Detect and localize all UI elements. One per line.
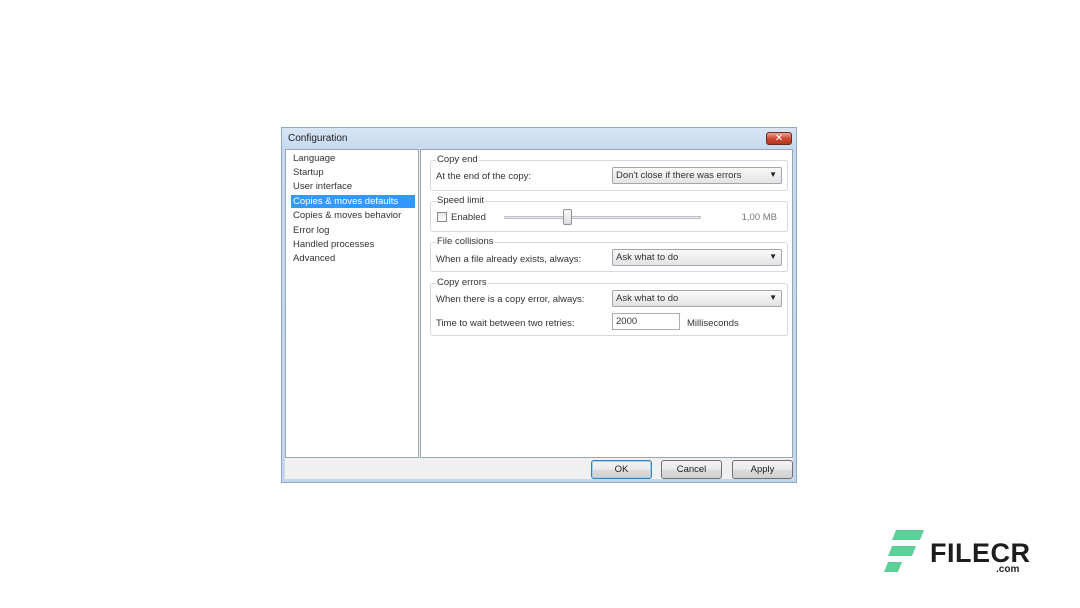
- chevron-down-icon: ▼: [769, 170, 777, 179]
- copy-end-label: At the end of the copy:: [436, 171, 532, 182]
- sidebar-item-language[interactable]: Language: [291, 152, 337, 165]
- filecr-watermark: FILECR .com: [884, 530, 1034, 576]
- filecr-domain: .com: [996, 564, 1020, 575]
- chevron-down-icon: ▼: [769, 252, 777, 261]
- sidebar-item-advanced[interactable]: Advanced: [291, 252, 337, 265]
- copy-errors-label: When there is a copy error, always:: [436, 294, 585, 305]
- title-bar[interactable]: Configuration ✕: [282, 128, 796, 149]
- sidebar-item-user-interface[interactable]: User interface: [291, 180, 354, 193]
- retry-wait-unit: Milliseconds: [687, 318, 739, 329]
- copy-errors-group: Copy errors When there is a copy error, …: [430, 277, 788, 336]
- file-collisions-title: File collisions: [436, 236, 495, 247]
- speed-limit-enabled-label: Enabled: [451, 212, 486, 223]
- retry-wait-label: Time to wait between two retries:: [436, 318, 575, 329]
- file-collisions-label: When a file already exists, always:: [436, 254, 582, 265]
- copy-end-value: Don't close if there was errors: [616, 170, 742, 181]
- chevron-down-icon: ▼: [769, 293, 777, 302]
- speed-limit-group: Speed limit Enabled 1,00 MB: [430, 195, 788, 232]
- file-collisions-select[interactable]: Ask what to do ▼: [612, 249, 782, 266]
- sidebar-item-copies-moves-behavior[interactable]: Copies & moves behavior: [291, 209, 403, 222]
- cancel-button[interactable]: Cancel: [661, 460, 722, 479]
- retry-wait-value: 2000: [616, 316, 638, 327]
- settings-panel: Copy end At the end of the copy: Don't c…: [420, 149, 793, 458]
- file-collisions-group: File collisions When a file already exis…: [430, 236, 788, 272]
- speed-limit-title: Speed limit: [436, 195, 485, 206]
- apply-button[interactable]: Apply: [732, 460, 793, 479]
- sidebar-item-handled-processes[interactable]: Handled processes: [291, 238, 376, 251]
- copy-errors-title: Copy errors: [436, 277, 488, 288]
- ok-button[interactable]: OK: [591, 460, 652, 479]
- copy-end-title: Copy end: [436, 154, 479, 165]
- window-title: Configuration: [288, 133, 348, 144]
- copy-end-group: Copy end At the end of the copy: Don't c…: [430, 154, 788, 191]
- configuration-window: Configuration ✕ Language Startup User in…: [281, 127, 797, 483]
- filecr-logo-icon: [884, 530, 924, 572]
- copy-errors-select[interactable]: Ask what to do ▼: [612, 290, 782, 307]
- sidebar-item-startup[interactable]: Startup: [291, 166, 326, 179]
- speed-limit-value: 1,00 MB: [741, 212, 777, 223]
- sidebar-item-copies-moves-defaults[interactable]: Copies & moves defaults: [291, 195, 415, 208]
- copy-end-select[interactable]: Don't close if there was errors ▼: [612, 167, 782, 184]
- speed-limit-checkbox[interactable]: [437, 212, 447, 222]
- speed-slider-thumb[interactable]: [562, 209, 572, 225]
- speed-slider-track[interactable]: [504, 216, 701, 219]
- file-collisions-value: Ask what to do: [616, 252, 679, 263]
- copy-errors-value: Ask what to do: [616, 293, 679, 304]
- close-button[interactable]: ✕: [766, 132, 792, 145]
- retry-wait-input[interactable]: 2000: [612, 313, 680, 330]
- sidebar-item-error-log[interactable]: Error log: [291, 224, 331, 237]
- category-list: Language Startup User interface Copies &…: [285, 149, 419, 458]
- dialog-client: Language Startup User interface Copies &…: [285, 149, 793, 479]
